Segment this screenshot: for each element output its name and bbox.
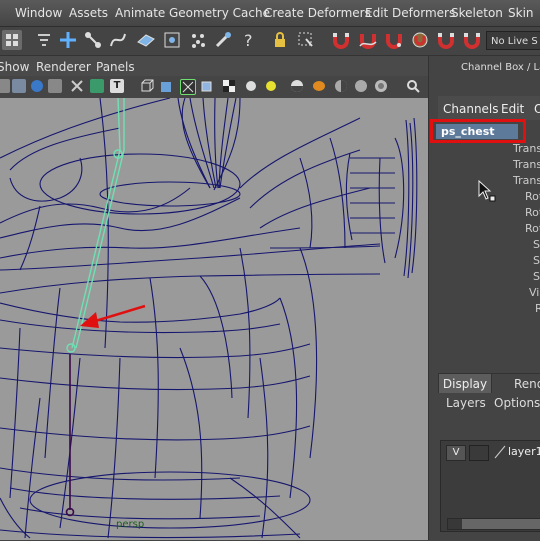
menu-geometry-cache[interactable]: Geometry Cache (169, 6, 270, 20)
menu-layers[interactable]: Layers (446, 396, 486, 410)
select-rendering-icon[interactable] (213, 30, 233, 50)
select-hierarchy-icon[interactable] (58, 30, 78, 50)
select-dynamics-icon[interactable] (188, 30, 208, 50)
menu-options[interactable]: Options (494, 396, 540, 410)
menu-skin[interactable]: Skin (508, 6, 534, 20)
xray-cube-icon[interactable] (200, 79, 214, 93)
select-deformations-icon[interactable] (162, 30, 182, 50)
attr-scale-y[interactable]: S (533, 254, 540, 267)
attr-rotate-x[interactable]: Rot (525, 190, 540, 203)
menu-panels[interactable]: Panels (96, 60, 135, 74)
tab-display[interactable]: Display (438, 373, 492, 393)
menu-edit[interactable]: Edit (501, 102, 524, 116)
main-menu-bar: Window Assets Animate Geometry Cache Cre… (0, 0, 540, 27)
menu-channels[interactable]: Channels (443, 102, 499, 116)
layer-edit-icon[interactable] (494, 445, 506, 459)
attr-rotate-y[interactable]: Rot (525, 206, 540, 219)
annotation-arrow-icon (80, 304, 146, 328)
camera-attributes-icon[interactable] (0, 79, 10, 93)
shadows-icon[interactable] (290, 79, 304, 93)
checker-icon[interactable] (222, 79, 236, 93)
menu-skeleton[interactable]: Skeleton (451, 6, 503, 20)
wireframe-on-shaded-icon[interactable] (180, 79, 196, 95)
channel-box-title: Channel Box / Lay (461, 62, 540, 73)
grid-cross-icon[interactable] (70, 79, 84, 93)
status-toolbar: ? (0, 27, 540, 56)
viewport-toolbar: T (0, 76, 428, 99)
snap-curve-icon[interactable] (358, 30, 378, 50)
ambient-occlusion-icon[interactable] (312, 79, 326, 93)
mouse-cursor-icon (478, 180, 496, 202)
attr-rotate-z[interactable]: Rot (525, 222, 540, 235)
layer-color-swatch[interactable] (469, 445, 489, 461)
wireframe-mesh (0, 98, 418, 539)
menu-assets[interactable]: Assets (69, 6, 108, 20)
select-surfaces-icon[interactable] (136, 30, 156, 50)
motion-blur-icon[interactable] (334, 79, 348, 93)
lights-icon[interactable] (264, 79, 278, 93)
lock-icon[interactable] (270, 30, 290, 50)
select-curves-icon[interactable] (108, 30, 128, 50)
attr-radius[interactable]: R (535, 302, 540, 315)
depth-of-field-icon[interactable] (374, 79, 388, 93)
isolate-select-icon[interactable] (406, 79, 420, 93)
tab-render[interactable]: Rend (514, 377, 540, 391)
snap-view-plane-icon[interactable] (410, 30, 430, 50)
wireframe-cube-icon[interactable] (140, 79, 154, 93)
layer-scrollbar-thumb[interactable] (462, 519, 540, 529)
annotation-highlight-box (430, 119, 526, 143)
menu-animate[interactable]: Animate (115, 6, 165, 20)
shaded-sphere-icon[interactable] (30, 79, 44, 93)
attr-scale-x[interactable]: S (533, 238, 540, 251)
attr-translate-y[interactable]: Trans (513, 158, 540, 171)
image-plane-icon[interactable] (12, 79, 26, 93)
menu-window[interactable]: Window (15, 6, 62, 20)
attr-visibility[interactable]: Vis (529, 286, 540, 299)
menu-show[interactable]: Show (0, 60, 29, 74)
film-gate-icon[interactable] (48, 79, 62, 93)
snap-point-icon[interactable] (384, 30, 404, 50)
layer-visibility-toggle[interactable]: V (446, 445, 466, 461)
highlight-selection-icon[interactable] (296, 30, 316, 50)
anti-aliasing-icon[interactable] (354, 79, 368, 93)
menu-create-deformers[interactable]: Create Deformers (264, 6, 371, 20)
camera-label: persp (116, 519, 145, 530)
resolution-gate-icon[interactable] (90, 79, 104, 93)
viewport-panel-menu: Show Renderer Panels (0, 56, 428, 76)
make-live-icon[interactable] (436, 30, 456, 50)
channel-list (438, 120, 540, 360)
layer-name[interactable]: layer1 (508, 445, 540, 458)
attr-translate-z[interactable]: Trans (513, 174, 540, 187)
select-misc-icon[interactable]: ? (239, 30, 259, 50)
menu-renderer[interactable]: Renderer (36, 60, 91, 74)
perspective-viewport[interactable] (0, 98, 428, 540)
filter-icon[interactable] (34, 30, 54, 50)
select-joints-icon[interactable] (83, 30, 103, 50)
smooth-shade-icon[interactable] (160, 79, 174, 93)
snap-grid-icon[interactable] (331, 30, 351, 50)
hud-text-icon[interactable]: T (110, 79, 124, 93)
menu-object[interactable]: O (534, 102, 540, 116)
select-mode-icon[interactable] (2, 30, 22, 50)
attr-translate-x[interactable]: Trans (513, 142, 540, 155)
snap-live-icon[interactable] (462, 30, 482, 50)
live-surface-field[interactable]: No Live S (486, 31, 540, 50)
svg-text:?: ? (244, 31, 253, 50)
attr-scale-z[interactable]: S (533, 270, 540, 283)
default-light-icon[interactable] (244, 79, 258, 93)
menu-edit-deformers[interactable]: Edit Deformers (365, 6, 455, 20)
